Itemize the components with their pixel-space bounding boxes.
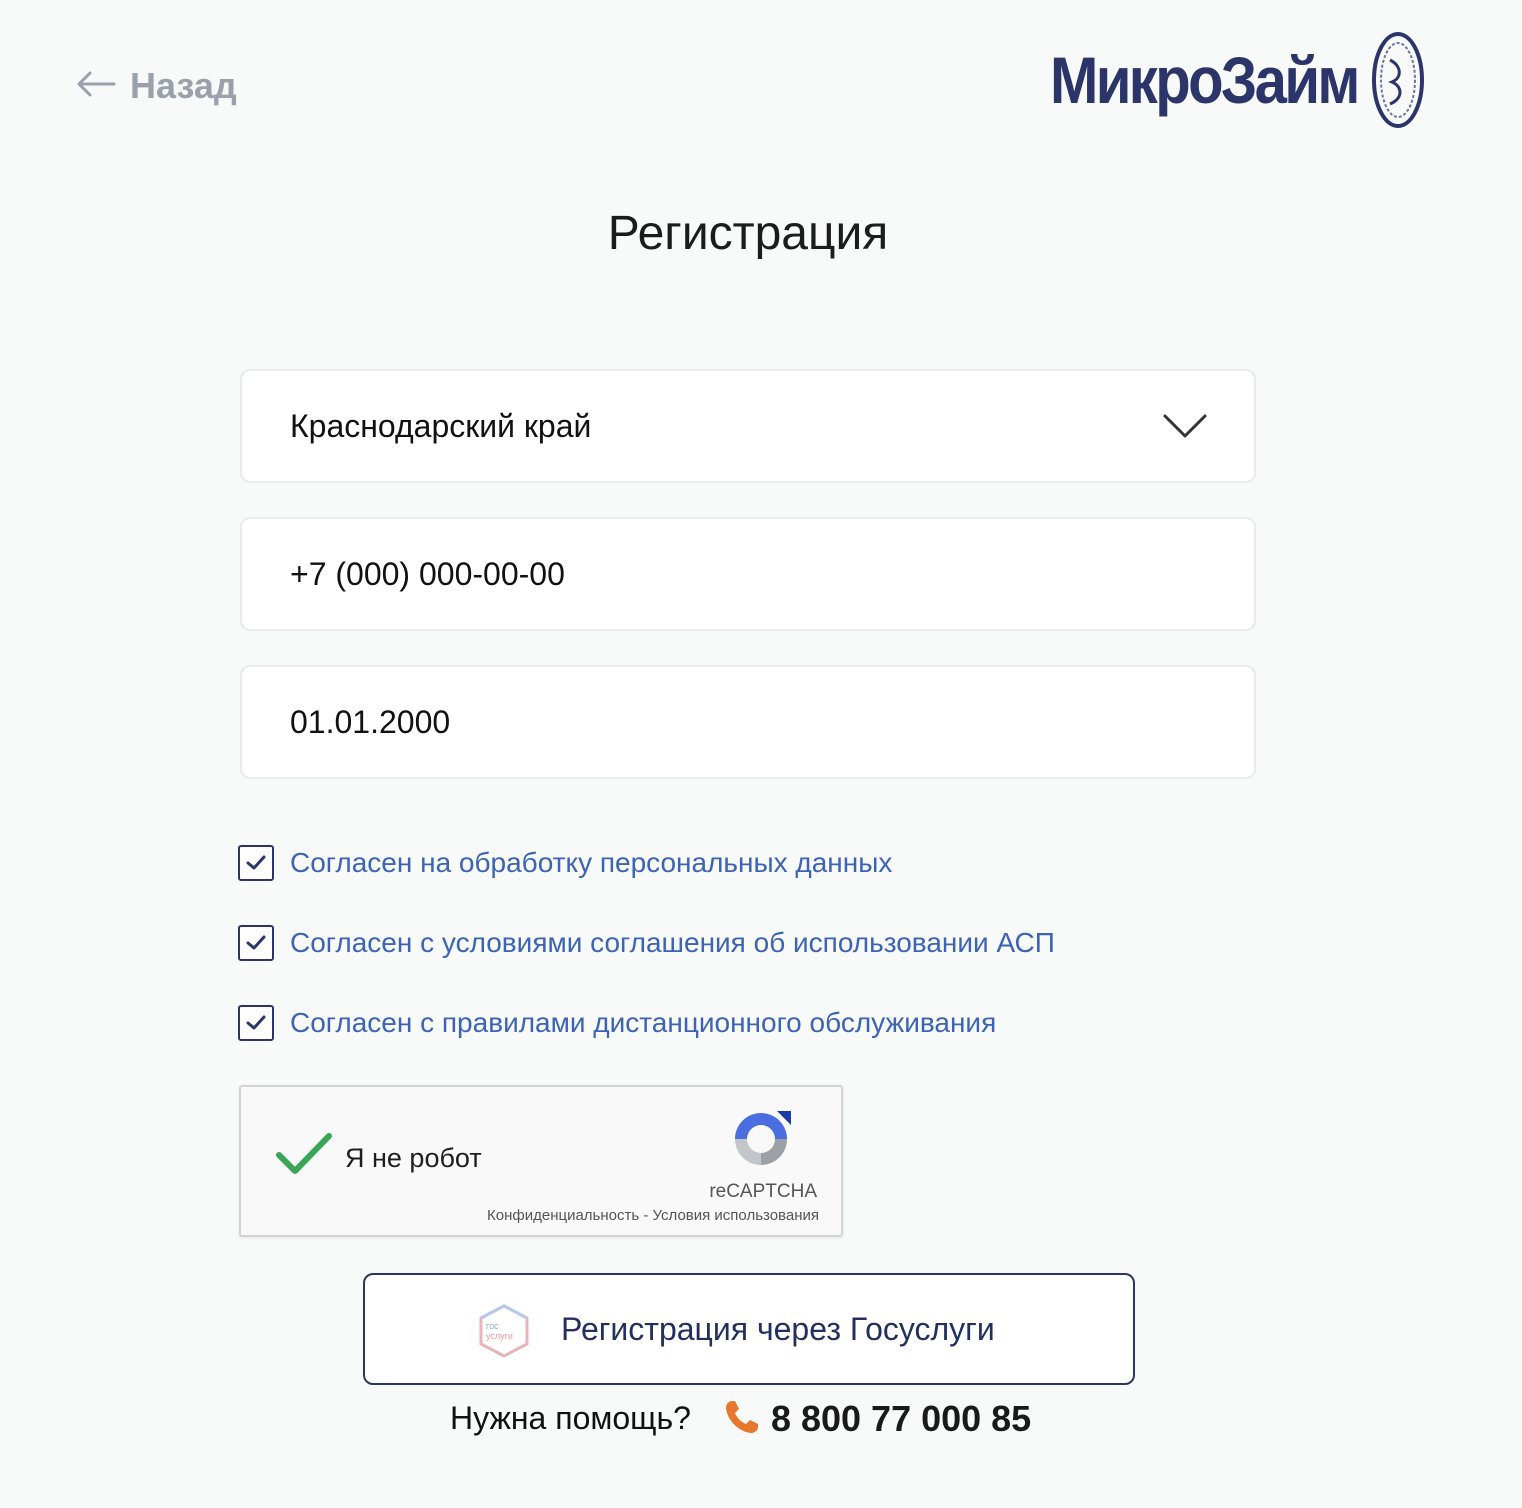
region-value: Краснодарский край [290,407,592,444]
checkbox[interactable] [238,925,274,961]
agreement-label[interactable]: Согласен с правилами дистанционного обсл… [290,1007,996,1039]
gosuslugi-register-button[interactable]: гос услуги Регистрация через Госуслуги [363,1273,1135,1385]
help-phone-number[interactable]: 8 800 77 000 85 [771,1398,1031,1440]
help-label: Нужна помощь? [450,1400,691,1436]
logo-text: МикроЗайм [1050,43,1360,117]
region-select[interactable]: Краснодарский край [240,369,1256,483]
checkmark-icon [246,935,266,950]
page-title: Регистрация [607,207,889,260]
checkbox[interactable] [238,845,274,881]
agreement-personal-data[interactable]: Согласен на обработку персональных данны… [238,845,892,881]
gosuslugi-label: Регистрация через Госуслуги [561,1311,995,1347]
arrow-left-icon [76,70,116,103]
phone-icon [723,1398,761,1441]
recaptcha-logo-icon [729,1107,793,1176]
agreement-label[interactable]: Согласен с условиями соглашения об испол… [290,927,1055,959]
agreement-label[interactable]: Согласен на обработку персональных данны… [290,847,892,879]
captcha-checkmark-icon[interactable] [275,1131,333,1182]
phone-input[interactable]: +7 (000) 000-00-00 [240,517,1256,631]
back-link[interactable]: Назад [76,62,237,110]
checkmark-icon [246,855,266,870]
recaptcha-brand: reCAPTCHA [709,1181,817,1202]
back-label: Назад [130,65,237,106]
checkbox[interactable] [238,1005,274,1041]
chevron-down-icon [1162,411,1208,448]
help-section: Нужна помощь? 8 800 77 000 85 [450,1396,1031,1441]
gosuslugi-icon-text-bottom: услуги [486,1331,513,1341]
agreement-asp[interactable]: Согласен с условиями соглашения об испол… [238,925,1055,961]
agreement-remote-service[interactable]: Согласен с правилами дистанционного обсл… [238,1005,996,1041]
checkmark-icon [246,1015,266,1030]
gosuslugi-icon: гос услуги [477,1303,531,1364]
captcha-label: Я не робот [345,1143,482,1173]
brand-logo: МикроЗайм [1050,30,1424,130]
coin-icon [1372,32,1424,128]
phone-value: +7 (000) 000-00-00 [290,555,565,592]
recaptcha-widget[interactable]: Я не робот reCAPTCHA Конфиденциальность … [239,1085,843,1237]
birthdate-input[interactable]: 01.01.2000 [240,665,1256,779]
gosuslugi-icon-text-top: гос [486,1321,499,1331]
recaptcha-links[interactable]: Конфиденциальность - Условия использован… [487,1207,819,1224]
birthdate-value: 01.01.2000 [290,703,451,740]
